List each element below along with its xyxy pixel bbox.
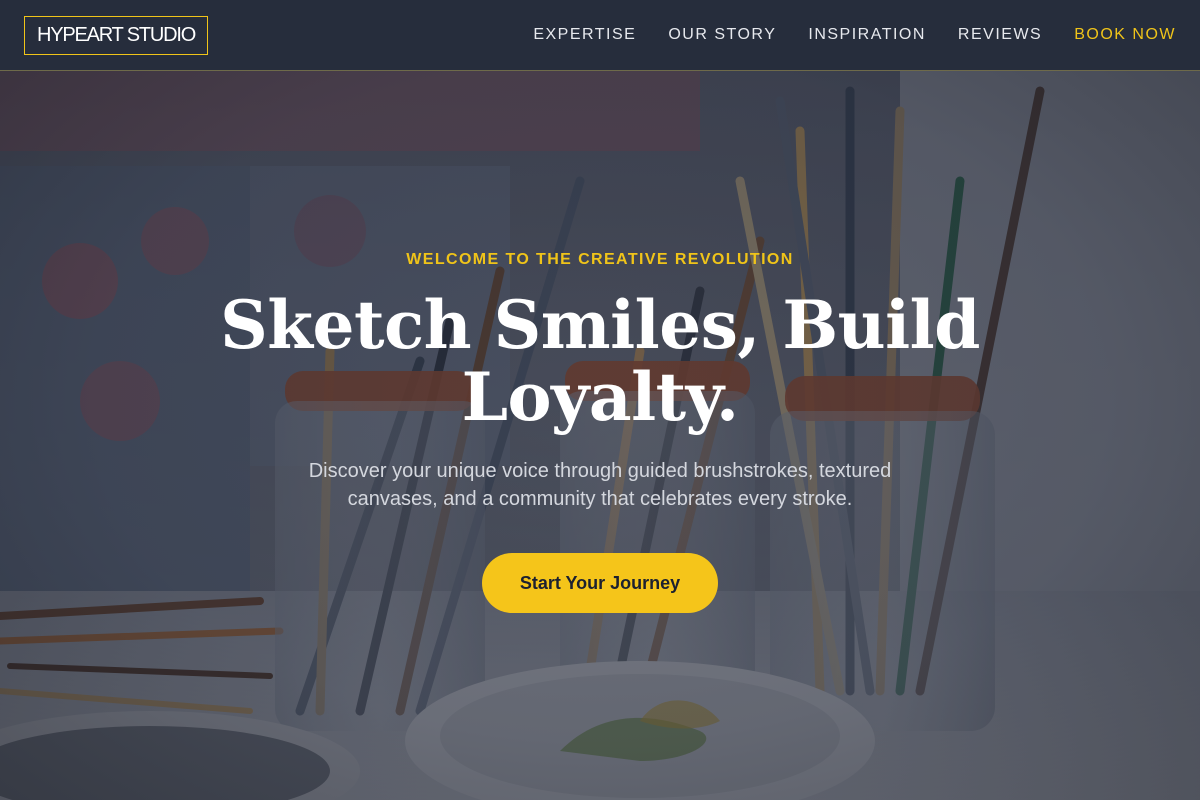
- nav-link-inspiration[interactable]: INSPIRATION: [808, 26, 926, 44]
- logo[interactable]: HYPEART STUDIO: [24, 15, 209, 55]
- main-nav: EXPERTISE OUR STORY INSPIRATION REVIEWS …: [501, 26, 1176, 44]
- nav-book-now-link[interactable]: BOOK NOW: [1074, 26, 1176, 44]
- nav-link-expertise[interactable]: EXPERTISE: [533, 26, 636, 44]
- nav-link-our-story[interactable]: OUR STORY: [668, 26, 776, 44]
- site-header: HYPEART STUDIO EXPERTISE OUR STORY INSPI…: [0, 0, 1200, 71]
- nav-link-reviews[interactable]: REVIEWS: [958, 26, 1042, 44]
- start-journey-button[interactable]: Start Your Journey: [482, 553, 718, 613]
- hero-headline: Sketch Smiles, Build Loyalty.: [220, 286, 980, 436]
- hero-subtext: Discover your unique voice through guide…: [308, 460, 892, 510]
- hero-section: WELCOME TO THE CREATIVE REVOLUTION Sketc…: [0, 71, 1200, 800]
- hero-eyebrow: WELCOME TO THE CREATIVE REVOLUTION: [406, 251, 794, 268]
